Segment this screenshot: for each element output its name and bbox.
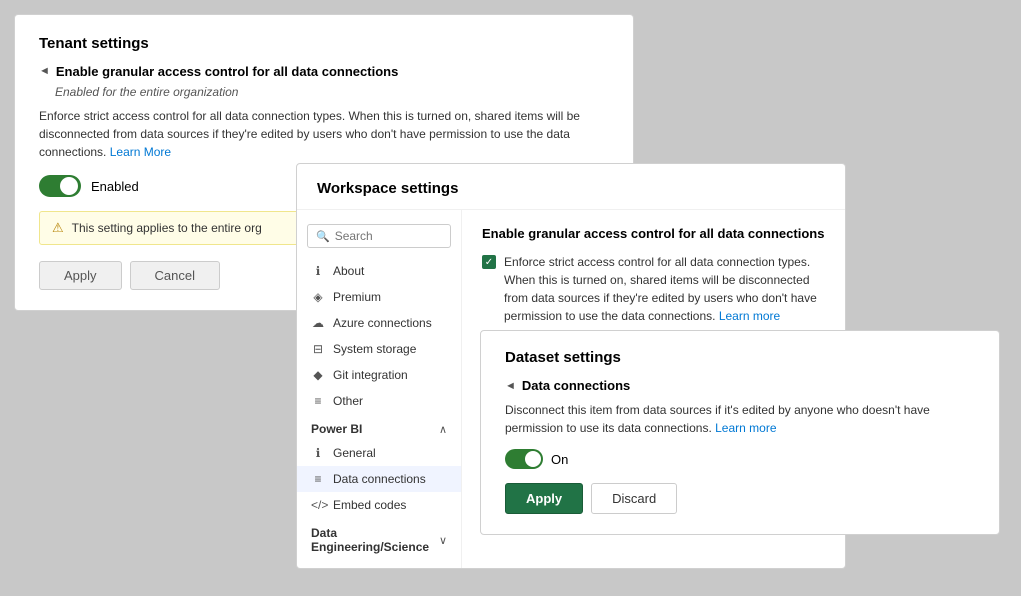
tenant-apply-button[interactable]: Apply [39,261,122,290]
sidebar-item-data-connections[interactable]: ≡ Data connections [297,466,461,492]
sidebar-label-storage: System storage [333,342,416,356]
sidebar-item-general[interactable]: ℹ General [297,440,461,466]
tenant-title: Tenant settings [39,35,609,52]
warning-icon: ⚠ [52,220,64,236]
tenant-section-subtitle: Enabled for the entire organization [55,85,609,99]
sidebar-item-about[interactable]: ℹ About [297,258,461,284]
sidebar-label-about: About [333,264,364,278]
dataset-button-row: Apply Discard [505,483,975,514]
sidebar-item-azure[interactable]: ☁ Azure connections [297,310,461,336]
sidebar-label-general: General [333,446,376,460]
azure-icon: ☁ [311,316,325,330]
power-bi-section[interactable]: Power BI ∧ [297,414,461,440]
premium-icon: ◈ [311,290,325,304]
sidebar-item-embed-codes[interactable]: </> Embed codes [297,492,461,518]
ws-checkbox-row: ✓ Enforce strict access control for all … [482,253,825,325]
dataset-toggle-label: On [551,452,568,467]
dataset-learn-more-link[interactable]: Learn more [715,421,776,435]
ws-checkbox-desc: Enforce strict access control for all da… [504,253,825,325]
tenant-toggle-label: Enabled [91,179,139,194]
workspace-search-input[interactable] [335,229,442,243]
dataset-title: Dataset settings [505,349,975,366]
tenant-section-title: Enable granular access control for all d… [56,64,398,79]
power-bi-label: Power BI [311,422,362,436]
tenant-toggle[interactable] [39,175,81,197]
dataset-section-title: Data connections [522,378,630,393]
dataset-toggle-row: On [505,449,975,469]
storage-icon: ⊟ [311,342,325,356]
dataset-arrow-icon: ◄ [505,380,516,392]
git-icon: ◆ [311,368,325,382]
ws-checkbox[interactable]: ✓ [482,255,496,269]
ws-main-heading: Enable granular access control for all d… [482,226,825,241]
sidebar-label-git: Git integration [333,368,408,382]
dataset-apply-button[interactable]: Apply [505,483,583,514]
embed-codes-icon: </> [311,498,325,512]
sidebar-label-data-connections: Data connections [333,472,426,486]
sidebar-label-embed-codes: Embed codes [333,498,406,512]
tenant-cancel-button[interactable]: Cancel [130,261,220,290]
workspace-search-box[interactable]: 🔍 [307,224,451,248]
tenant-section-header: ◄ Enable granular access control for all… [39,64,609,79]
ws-learn-more-link[interactable]: Learn more [719,309,780,323]
dataset-toggle[interactable] [505,449,543,469]
dataset-section-header: ◄ Data connections [505,378,975,393]
tenant-description: Enforce strict access control for all da… [39,107,609,161]
sidebar-label-other: Other [333,394,363,408]
search-icon: 🔍 [316,230,330,243]
workspace-sidebar: 🔍 ℹ About ◈ Premium ☁ Azure connections … [297,210,462,568]
power-bi-chevron: ∧ [439,423,447,436]
sidebar-item-premium[interactable]: ◈ Premium [297,284,461,310]
data-eng-label: DataEngineering/Science [311,526,429,554]
data-connections-icon: ≡ [311,472,325,486]
workspace-title: Workspace settings [297,164,845,210]
dataset-settings-panel: Dataset settings ◄ Data connections Disc… [480,330,1000,535]
sidebar-item-git[interactable]: ◆ Git integration [297,362,461,388]
tenant-learn-more-link[interactable]: Learn More [110,145,171,159]
tenant-arrow-icon: ◄ [39,65,50,77]
data-eng-section[interactable]: DataEngineering/Science ∨ [297,518,461,558]
sidebar-label-azure: Azure connections [333,316,432,330]
about-icon: ℹ [311,264,325,278]
dataset-discard-button[interactable]: Discard [591,483,677,514]
other-icon: ≡ [311,394,325,408]
dataset-description: Disconnect this item from data sources i… [505,401,975,437]
general-icon: ℹ [311,446,325,460]
sidebar-label-premium: Premium [333,290,381,304]
data-eng-chevron: ∨ [439,534,447,547]
tenant-warning-text: This setting applies to the entire org [72,221,262,235]
sidebar-item-other[interactable]: ≡ Other [297,388,461,414]
sidebar-item-storage[interactable]: ⊟ System storage [297,336,461,362]
